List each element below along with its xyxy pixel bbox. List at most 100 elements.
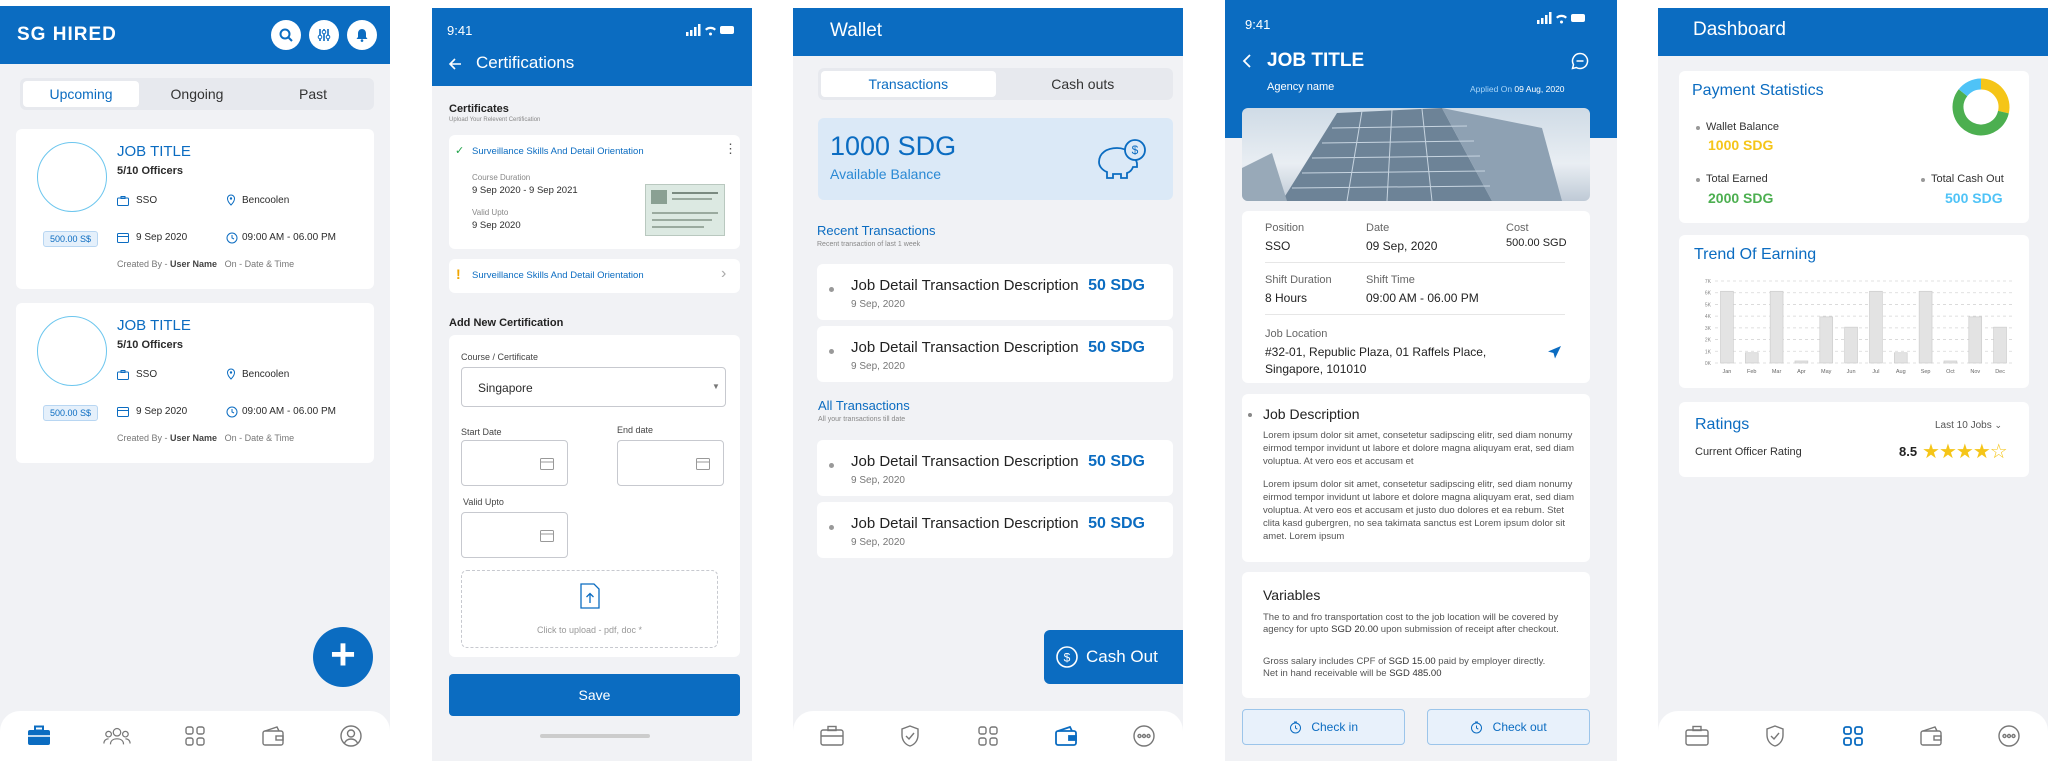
save-button[interactable]: Save xyxy=(449,674,740,716)
upload-dropzone[interactable]: Click to upload - pdf, doc * xyxy=(461,570,718,648)
bullet xyxy=(1921,178,1925,182)
job-description-card: Job Description Lorem ipsum dolor sit am… xyxy=(1242,394,1590,562)
start-date-label: Start Date xyxy=(461,427,502,437)
start-date-input[interactable] xyxy=(461,440,568,486)
bar-dec xyxy=(1993,326,2007,364)
notification-button[interactable] xyxy=(347,20,377,50)
calendar-icon xyxy=(117,233,129,243)
wallet-balance-value: 1000 SDG xyxy=(1708,137,1774,153)
y-tick-label: 6K xyxy=(1705,291,1712,297)
course-select[interactable]: Singapore ▼ xyxy=(461,367,726,407)
end-date-input[interactable] xyxy=(617,440,724,486)
nav-profile[interactable] xyxy=(337,722,365,750)
transaction-desc: Job Detail Transaction Description xyxy=(851,453,1079,470)
valid-upto-input[interactable] xyxy=(461,512,568,558)
chevron-down-icon: ▼ xyxy=(712,382,720,391)
tab-past[interactable]: Past xyxy=(255,81,371,107)
back-arrow-icon[interactable] xyxy=(448,58,462,70)
timer-icon xyxy=(1289,721,1301,734)
nav-wallet[interactable] xyxy=(1917,722,1945,750)
svg-text:$: $ xyxy=(1064,651,1071,665)
bullet xyxy=(1696,178,1700,182)
chevron-right-icon: › xyxy=(721,265,727,282)
certificate-thumbnail[interactable] xyxy=(645,184,725,236)
transaction-amount: 50 SDG xyxy=(1088,339,1145,356)
nav-wallet[interactable] xyxy=(259,722,287,750)
payment-donut-chart xyxy=(1952,78,2010,136)
add-job-button[interactable]: + xyxy=(313,627,373,687)
nav-shield[interactable] xyxy=(896,722,924,750)
ratings-filter[interactable]: Last 10 Jobs ⌄ xyxy=(1935,420,2002,431)
course-label: Course / Certificate xyxy=(461,352,539,362)
ratings-title: Ratings xyxy=(1695,416,1750,433)
nav-more[interactable] xyxy=(1130,722,1158,750)
job-avatar xyxy=(37,142,107,212)
bar-apr xyxy=(1794,360,1809,364)
nav-shield[interactable] xyxy=(1761,722,1789,750)
certificate-card-pending[interactable]: ! Surveillance Skills And Detail Orienta… xyxy=(449,259,740,293)
cert-valid-label: Valid Upto xyxy=(472,208,509,217)
job-description-p2: Lorem ipsum dolor sit amet, consetetur s… xyxy=(1263,479,1575,542)
search-button[interactable] xyxy=(271,20,301,50)
transaction-row[interactable]: Job Detail Transaction Description 9 Sep,… xyxy=(817,502,1173,558)
filter-button[interactable] xyxy=(309,20,339,50)
briefcase-icon xyxy=(117,370,129,380)
nav-jobs[interactable] xyxy=(1683,722,1711,750)
nav-jobs[interactable] xyxy=(25,722,53,750)
cost-label: Cost xyxy=(1506,222,1529,234)
balance-card: 1000 SDG Available Balance $ xyxy=(818,118,1173,200)
navigation-arrow-icon[interactable] xyxy=(1547,345,1562,360)
transaction-row[interactable]: Job Detail Transaction Description 9 Sep,… xyxy=(817,440,1173,496)
shift-time-label: Shift Time xyxy=(1366,274,1415,286)
chevron-down-icon: ⌄ xyxy=(1994,420,2003,430)
transaction-amount: 50 SDG xyxy=(1088,515,1145,532)
course-value: Singapore xyxy=(478,381,533,395)
check-in-button[interactable]: Check in xyxy=(1242,709,1405,745)
clock-icon xyxy=(226,406,238,418)
tab-cash-outs[interactable]: Cash outs xyxy=(996,71,1171,97)
trend-card: Trend Of Earning 7K 6K 5K 4K 3K 2K 1K 0K Jan Feb M… xyxy=(1679,235,2029,388)
star-full-icon: ★ xyxy=(1922,441,1940,463)
nav-people[interactable] xyxy=(103,722,131,750)
tab-ongoing[interactable]: Ongoing xyxy=(139,81,255,107)
nav-more[interactable] xyxy=(1995,722,2023,750)
job-created-by: Created By - User Name On - Date & Time xyxy=(117,433,295,443)
all-subtitle: All your transactions till date xyxy=(818,416,906,423)
section-title: Certificates xyxy=(449,103,509,115)
job-card[interactable]: JOB TITLE 5/10 Officers SSO Bencoolen 50… xyxy=(16,303,374,463)
tab-upcoming[interactable]: Upcoming xyxy=(23,81,139,107)
job-price: 500.00 S$ xyxy=(43,231,99,247)
transaction-row[interactable]: Job Detail Transaction Description 9 Sep,… xyxy=(817,264,1173,320)
x-tick-label: Sep xyxy=(1921,369,1931,375)
job-time: 09:00 AM - 06.00 PM xyxy=(242,232,336,243)
wallet-balance-label: Wallet Balance xyxy=(1706,121,1779,133)
tab-transactions[interactable]: Transactions xyxy=(821,71,996,97)
cash-out-label: Cash Out xyxy=(1086,647,1158,666)
more-options-icon[interactable]: ⋮ xyxy=(724,142,737,155)
nav-dashboard[interactable] xyxy=(181,722,209,750)
total-earned-value: 2000 SDG xyxy=(1708,190,1774,206)
job-location-label: Job Location xyxy=(1265,328,1328,340)
check-out-button[interactable]: Check out xyxy=(1427,709,1590,745)
back-chevron-icon[interactable] xyxy=(1242,54,1252,68)
certificate-card[interactable]: ✓ Surveillance Skills And Detail Orienta… xyxy=(449,135,740,249)
transaction-date: 9 Sep, 2020 xyxy=(851,537,905,548)
job-created-by: Created By - User Name On - Date & Time xyxy=(117,259,295,269)
bottom-nav xyxy=(793,711,1183,761)
trend-bar-chart: 7K 6K 5K 4K 3K 2K 1K 0K Jan Feb Mar Apr May Jun Jul Aug… xyxy=(1705,279,2013,375)
nav-dashboard[interactable] xyxy=(974,722,1002,750)
job-card[interactable]: JOB TITLE 5/10 Officers SSO Bencoolen 50… xyxy=(16,129,374,289)
payment-stats-title: Payment Statistics xyxy=(1692,82,1824,99)
bar-may xyxy=(1819,316,1834,364)
chat-icon[interactable] xyxy=(1571,52,1589,70)
nav-dashboard[interactable] xyxy=(1839,722,1867,750)
cash-out-button[interactable]: $ Cash Out xyxy=(1044,630,1183,684)
transaction-date: 9 Sep, 2020 xyxy=(851,361,905,372)
position-label: Position xyxy=(1265,222,1305,234)
transaction-row[interactable]: Job Detail Transaction Description 9 Sep,… xyxy=(817,326,1173,382)
ratings-filter-label: Last 10 Jobs xyxy=(1935,420,1992,431)
calendar-icon xyxy=(540,458,554,470)
nav-jobs[interactable] xyxy=(818,722,846,750)
location-pin-icon xyxy=(226,368,236,380)
nav-wallet[interactable] xyxy=(1052,722,1080,750)
